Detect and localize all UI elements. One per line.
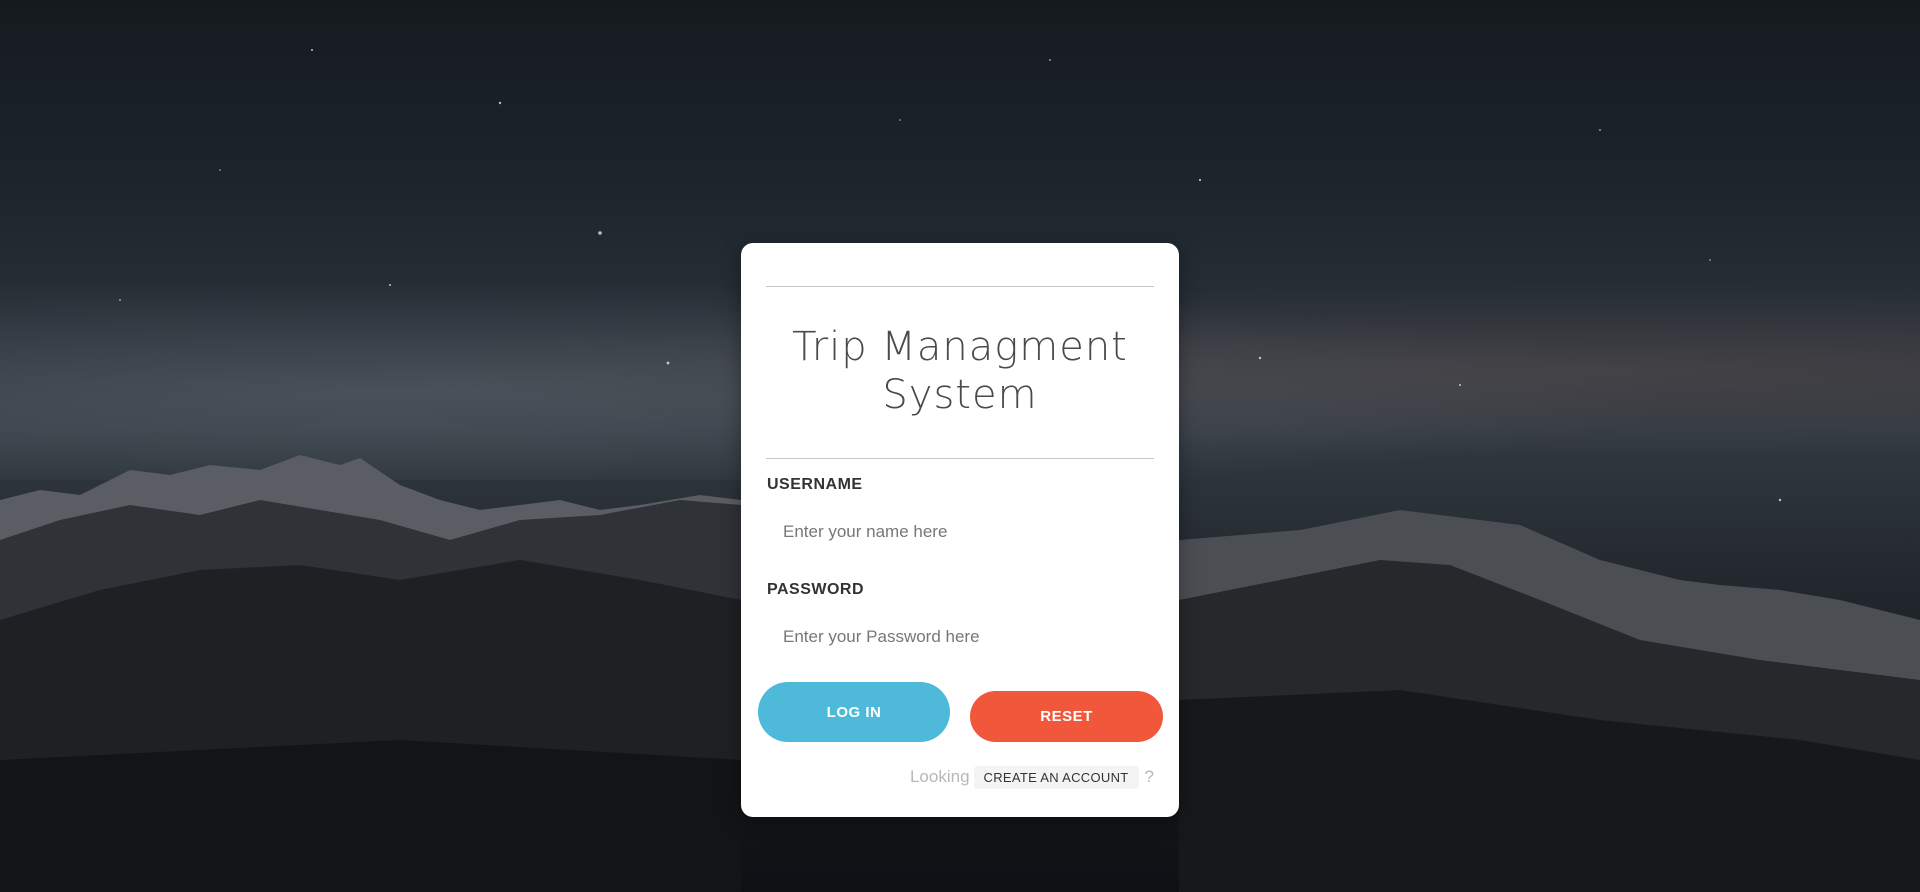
middle-divider <box>766 458 1154 459</box>
username-label: USERNAME <box>767 476 863 493</box>
looking-text: Looking <box>909 767 970 786</box>
page-title: Trip Managment System <box>741 323 1179 419</box>
create-account-row: Looking CREATE AN ACCOUNT ? <box>910 764 1154 790</box>
reset-button[interactable]: RESET <box>970 691 1163 742</box>
username-input[interactable] <box>767 512 1153 552</box>
top-divider <box>766 286 1154 287</box>
create-account-link[interactable]: CREATE AN ACCOUNT <box>973 765 1139 789</box>
page-title-line2: System <box>882 372 1038 418</box>
password-label: PASSWORD <box>767 581 865 598</box>
login-button[interactable]: LOG IN <box>758 682 950 742</box>
page-title-line1: Trip Managment <box>792 324 1128 370</box>
password-input[interactable] <box>767 617 1153 657</box>
login-card: Trip Managment System USERNAME PASSWORD … <box>741 243 1179 817</box>
question-mark-text: ? <box>1144 767 1154 786</box>
